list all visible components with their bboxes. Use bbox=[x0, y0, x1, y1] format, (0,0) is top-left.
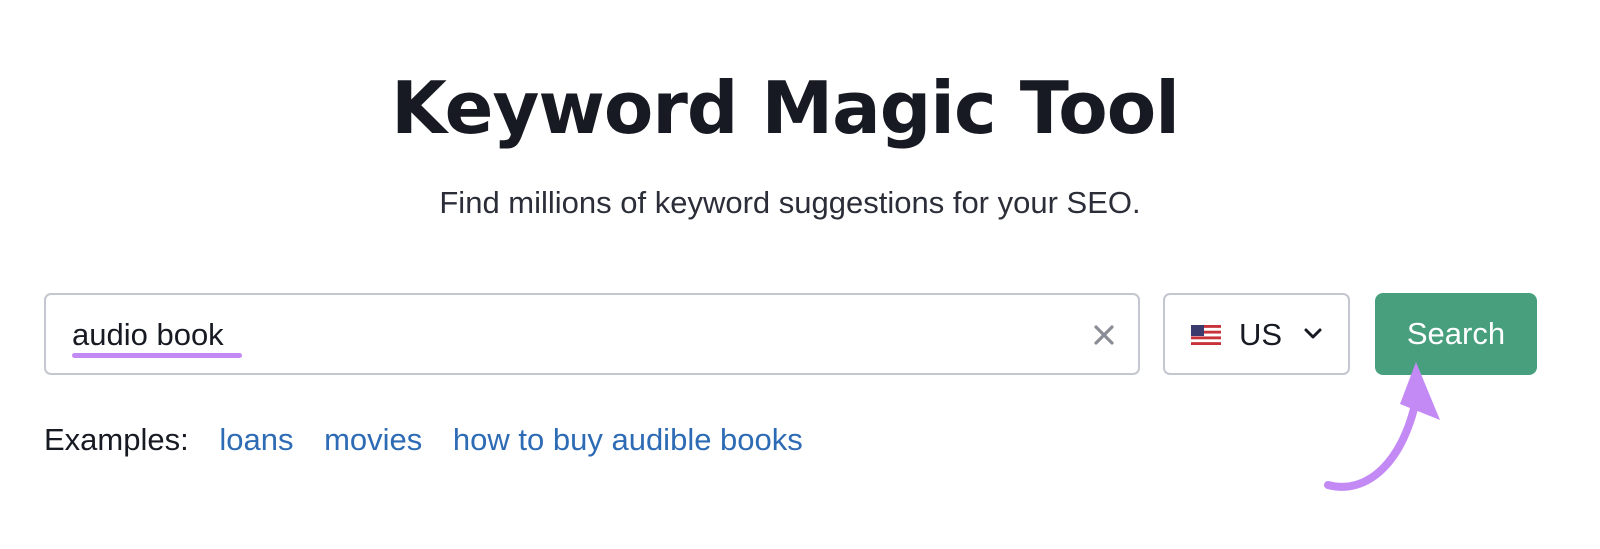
country-label: US bbox=[1239, 317, 1283, 352]
keyword-search-input[interactable]: audio book bbox=[44, 293, 1140, 375]
keyword-highlight-underline bbox=[72, 353, 242, 358]
examples-row: Examples: loans movies how to buy audibl… bbox=[44, 420, 825, 460]
chevron-down-icon bbox=[1303, 327, 1323, 341]
close-icon[interactable] bbox=[1088, 319, 1120, 351]
keyword-magic-tool-page: Keyword Magic Tool Find millions of keyw… bbox=[0, 0, 1600, 549]
example-link-audible-books[interactable]: how to buy audible books bbox=[453, 422, 803, 457]
example-link-movies[interactable]: movies bbox=[324, 422, 422, 457]
us-flag-icon bbox=[1191, 325, 1221, 345]
example-link-loans[interactable]: loans bbox=[219, 422, 293, 457]
curved-arrow-icon bbox=[1324, 362, 1440, 491]
page-title: Keyword Magic Tool bbox=[391, 66, 1180, 150]
page-subtitle: Find millions of keyword suggestions for… bbox=[439, 185, 1141, 220]
search-input-value: audio book bbox=[72, 317, 224, 352]
examples-label: Examples: bbox=[44, 422, 189, 457]
